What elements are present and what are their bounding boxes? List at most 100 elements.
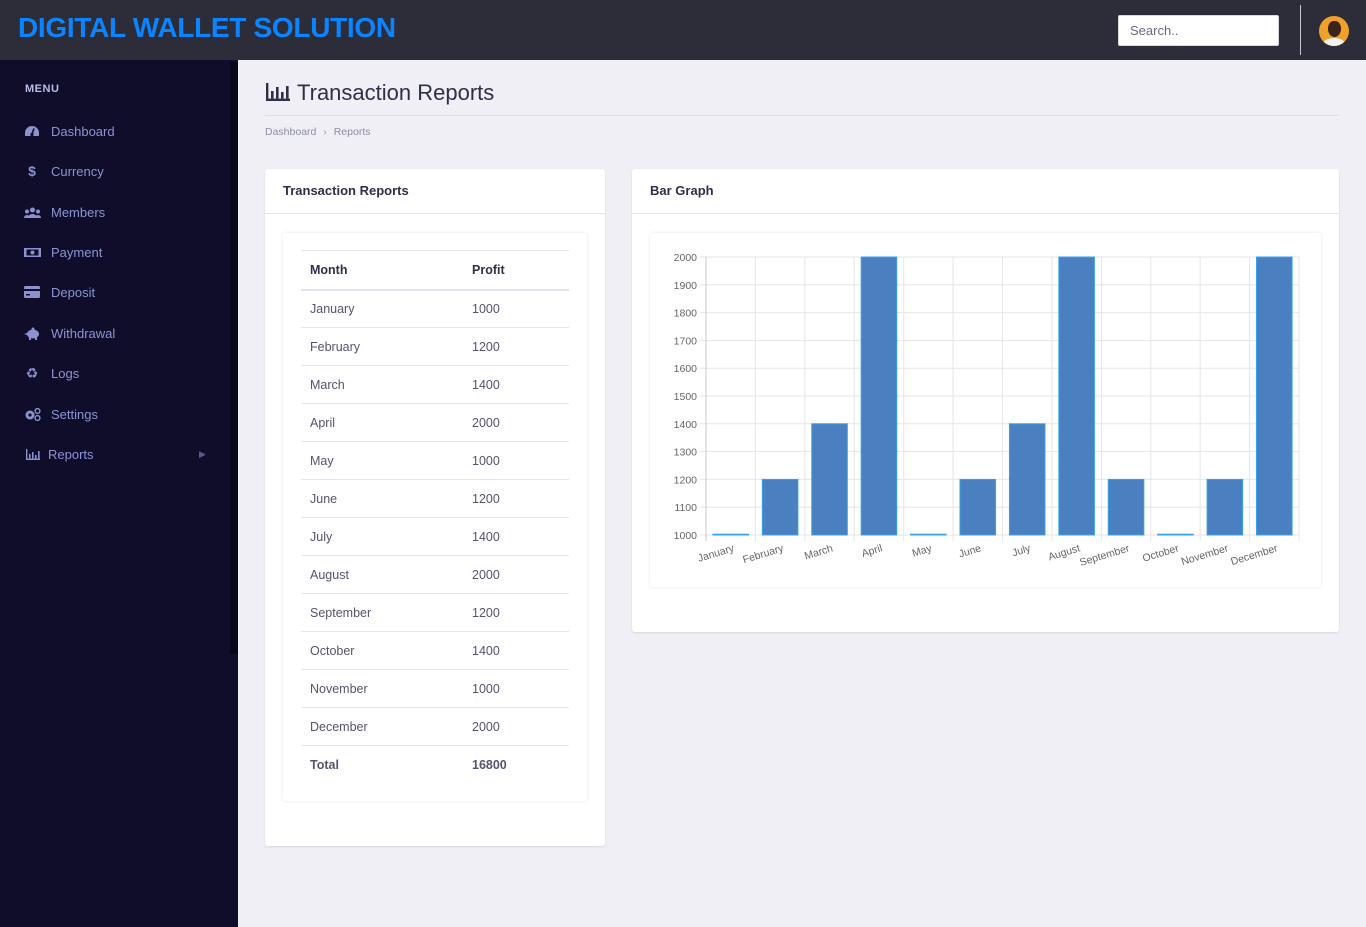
avatar-face (1328, 21, 1341, 37)
menu-title: MENU (25, 83, 60, 95)
y-tick-label: 1700 (674, 335, 698, 347)
month-cell: December (301, 707, 463, 746)
bar-february (761, 478, 799, 536)
sidebar-item-reports[interactable]: Reports ▶ (0, 439, 230, 469)
avatar-shirt (1323, 38, 1345, 46)
page-title: Transaction Reports (297, 80, 495, 105)
bar-january (712, 533, 749, 536)
x-tick-label: February (741, 542, 785, 566)
sidebar-item-members[interactable]: Members (0, 197, 230, 227)
month-cell: March (301, 365, 463, 404)
table-row: December 2000 (301, 707, 569, 746)
sidebar-item-label: Reports (48, 446, 94, 462)
x-tick-label: September (1078, 542, 1131, 569)
piggy-bank-icon (23, 326, 41, 340)
table-row: November 1000 (301, 669, 569, 708)
month-cell: April (301, 403, 463, 442)
sidebar-item-currency[interactable]: $ Currency (0, 156, 230, 186)
sidebar-item-label: Payment (51, 244, 103, 260)
sidebar-item-withdrawal[interactable]: Withdrawal (0, 318, 230, 348)
table-row: March 1400 (301, 365, 569, 404)
x-tick-label: April (860, 542, 884, 560)
bar-march (811, 423, 848, 536)
header-divider (1300, 5, 1301, 55)
table-row: February 1200 (301, 327, 569, 366)
sidebar-item-label: Members (51, 204, 106, 220)
bar-april (860, 256, 898, 536)
x-tick-label: November (1180, 542, 1230, 568)
month-cell: January (301, 289, 463, 328)
table-row: June 1200 (301, 479, 569, 518)
x-tick-label: January (696, 542, 736, 565)
y-tick-label: 1000 (674, 530, 698, 542)
profit-cell: 1400 (463, 631, 569, 670)
bar-july (1008, 423, 1046, 536)
y-tick-label: 1100 (674, 502, 697, 514)
profit-cell: 1200 (463, 327, 569, 366)
y-tick-label: 2000 (674, 252, 698, 264)
bar-august (1058, 256, 1095, 536)
table-row: August 2000 (301, 555, 569, 594)
sidebar-scrollbar[interactable] (230, 62, 238, 654)
profit-cell: 1400 (463, 365, 569, 404)
sidebar: MENU Dashboard $ Currency Members Paymen… (0, 60, 238, 927)
table-header-row: Month Profit (301, 250, 569, 291)
y-tick-label: 1600 (674, 363, 698, 375)
user-avatar[interactable] (1319, 16, 1349, 46)
chart-container: 1000 1100 1200 1300 1400 1500 1600 1700 1800 1900… (650, 233, 1321, 587)
profit-cell: 1000 (463, 441, 569, 480)
month-cell: February (301, 327, 463, 366)
users-icon (23, 205, 41, 219)
y-tick-label: 1400 (674, 419, 698, 431)
table-row: May 1000 (301, 441, 569, 480)
x-tick-label: June (957, 542, 982, 560)
bar-september (1107, 478, 1145, 536)
sidebar-item-settings[interactable]: Settings (0, 399, 230, 429)
sidebar-item-label: Deposit (51, 284, 96, 300)
breadcrumb-reports: Reports (333, 126, 371, 138)
profit-cell: 2000 (463, 403, 569, 442)
total-row: Total 16800 (301, 746, 569, 784)
card-title: Bar Graph (632, 169, 1339, 214)
sidebar-item-dashboard[interactable]: Dashboard (0, 116, 230, 146)
profit-cell: 1000 (463, 289, 569, 328)
sidebar-item-payment[interactable]: Payment (0, 237, 230, 267)
month-cell: July (301, 517, 463, 556)
column-header-profit: Profit (463, 250, 569, 291)
column-header-month: Month (301, 250, 463, 291)
month-cell: October (301, 631, 463, 670)
page-header: Transaction Reports (265, 78, 1339, 116)
bar-november (1206, 478, 1244, 536)
profit-cell: 1200 (463, 593, 569, 632)
credit-card-icon (23, 285, 41, 299)
bar-graph-card: Bar Graph 1000 1100 1200 1300 1400 1500 1600 17… (632, 169, 1339, 632)
bar-december (1256, 256, 1293, 536)
sidebar-item-logs[interactable]: ♻ Logs (0, 358, 230, 388)
top-bar: DIGITAL WALLET SOLUTION (0, 0, 1366, 60)
brand-title[interactable]: DIGITAL WALLET SOLUTION (18, 12, 396, 44)
breadcrumb: Dashboard › Reports (265, 126, 370, 138)
breadcrumb-dashboard[interactable]: Dashboard (265, 126, 316, 138)
recycle-icon: ♻ (25, 364, 39, 381)
x-tick-label: March (803, 542, 835, 562)
profit-cell: 1200 (463, 479, 569, 518)
month-cell: September (301, 593, 463, 632)
bar-chart: 1000 1100 1200 1300 1400 1500 1600 1700 1800 1900… (674, 252, 1300, 569)
sidebar-item-label: Logs (51, 365, 80, 381)
search-input[interactable] (1118, 15, 1279, 46)
x-tick-label: August (1047, 542, 1082, 563)
y-tick-label: 1800 (674, 308, 698, 320)
chevron-right-icon: ▶ (199, 448, 206, 459)
tachometer-icon (23, 124, 41, 138)
profit-cell: 2000 (463, 555, 569, 594)
sidebar-item-label: Dashboard (51, 123, 115, 139)
sidebar-item-label: Settings (51, 406, 98, 422)
money-bill-icon (23, 245, 41, 259)
month-cell: May (301, 441, 463, 480)
x-tick-label: May (911, 542, 934, 559)
sidebar-item-label: Currency (51, 163, 104, 179)
sidebar-item-deposit[interactable]: Deposit (0, 277, 230, 307)
profit-cell: 2000 (463, 707, 569, 746)
x-tick-label: October (1141, 542, 1181, 565)
x-tick-label: July (1011, 542, 1033, 559)
